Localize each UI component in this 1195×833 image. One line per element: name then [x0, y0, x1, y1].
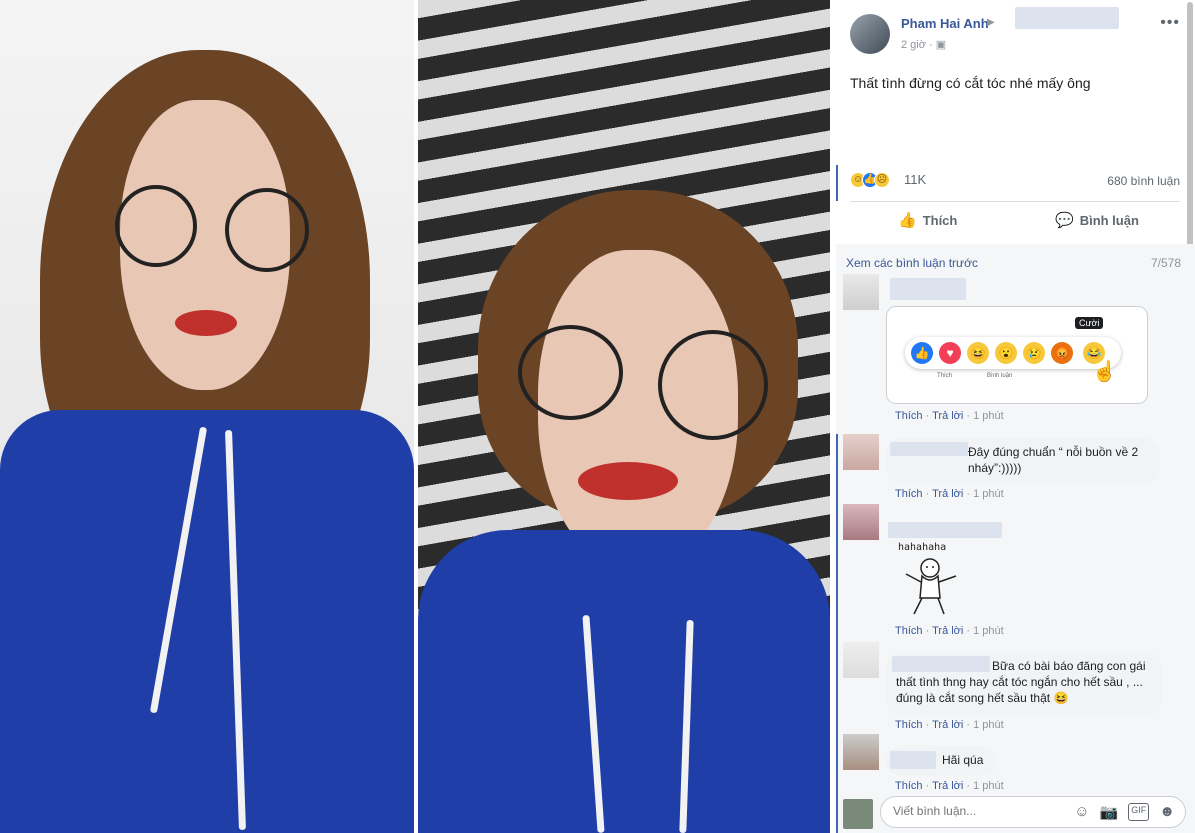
author-name[interactable]: Pham Hai Anh: [901, 16, 989, 31]
more-icon[interactable]: •••: [1160, 14, 1180, 32]
lips: [578, 462, 678, 500]
reaction-tooltip: Cười: [1075, 317, 1104, 329]
post-header: Pham Hai Anh ▶ 2 giờ · ▣ •••: [850, 7, 1180, 56]
privacy-icon: · ▣: [929, 39, 947, 51]
divider: [850, 201, 1180, 202]
lips: [175, 310, 237, 336]
comment-like-link[interactable]: Thích: [895, 719, 923, 731]
like-icon: 👍: [898, 212, 917, 229]
glasses-left-lens: [115, 185, 197, 267]
image-like-label: Thích: [937, 373, 953, 379]
comment-time: 1 phút: [973, 780, 1004, 792]
comment-actions: Thích · Trả lời · 1 phút: [895, 719, 1004, 731]
author-avatar[interactable]: [850, 14, 890, 54]
accent-bar: [836, 434, 838, 833]
camera-icon[interactable]: 📷: [1100, 803, 1119, 821]
composer-icons: ☺ 📷 GIF ☻: [1074, 803, 1175, 821]
facebook-photo-viewer: Pham Hai Anh ▶ 2 giờ · ▣ ••• Thất tình đ…: [0, 0, 1195, 833]
reaction-count[interactable]: 11K: [904, 172, 926, 187]
comment-actions: Thích · Trả lời · 1 phút: [895, 625, 1004, 637]
post-time[interactable]: 2 giờ: [901, 39, 926, 51]
comment-text: Hãi qúa: [942, 753, 984, 767]
comment-page-indicator: 7/578: [1150, 256, 1181, 270]
comment-reply-link[interactable]: Trả lời: [932, 780, 963, 792]
sad-reaction-icon: ☹: [874, 172, 890, 188]
hoodie: [418, 530, 830, 833]
redacted-commenter-name: [890, 278, 966, 300]
comment-reply-link[interactable]: Trả lời: [932, 719, 963, 731]
accent-bar: [836, 165, 838, 201]
post-meta: 2 giờ · ▣: [901, 38, 946, 51]
cursor-icon: ☝: [1092, 361, 1117, 383]
comment-actions: Thích · Trả lời · 1 phút: [895, 488, 1004, 500]
redacted-commenter-name: [890, 751, 936, 769]
comment-like-link[interactable]: Thích: [895, 780, 923, 792]
angry-reaction-icon: 😡: [1051, 342, 1073, 364]
redacted-commenter-name: [888, 522, 1002, 538]
post-sidebar: Pham Hai Anh ▶ 2 giờ · ▣ ••• Thất tình đ…: [836, 0, 1195, 833]
reactions-summary[interactable]: ☺ 👍 ☹ 11K 680 bình luận: [850, 170, 1180, 192]
share-arrow-icon: ▶: [987, 17, 995, 28]
redacted-commenter-name: [892, 656, 990, 672]
comment-button[interactable]: 💬 Bình luận: [1055, 211, 1139, 229]
sticker-icon[interactable]: ☻: [1159, 803, 1175, 821]
glasses-left-lens: [518, 325, 623, 420]
like-button[interactable]: 👍 Thích: [898, 211, 957, 229]
post-text: Thất tình đừng có cắt tóc nhé mấy ông: [850, 75, 1091, 91]
comment-reply-link[interactable]: Trả lời: [932, 410, 963, 422]
comment-sticker[interactable]: hahahaha: [896, 542, 968, 622]
post-actions: 👍 Thích 💬 Bình luận: [850, 205, 1180, 237]
redacted-group-name: [1015, 7, 1119, 29]
comment-count[interactable]: 680 bình luận: [1107, 174, 1180, 188]
haha-reaction-icon: 😆: [967, 342, 989, 364]
love-reaction-icon: ♥: [939, 342, 961, 364]
laughing-emoji-icon: 😆: [1053, 691, 1069, 705]
sticker-caption: hahahaha: [898, 542, 947, 553]
commenter-avatar[interactable]: [843, 434, 879, 470]
comment-reply-link[interactable]: Trả lời: [932, 625, 963, 637]
hoodie: [0, 410, 414, 833]
comment-label: Bình luận: [1079, 213, 1139, 228]
reaction-picker: 👍 ♥ 😆 😮 😢 😡 😂: [905, 337, 1121, 369]
emoji-icon[interactable]: ☺: [1074, 803, 1089, 821]
image-action-labels: Thích Bình luận: [937, 373, 1012, 379]
commenter-avatar[interactable]: [843, 734, 879, 770]
photo-right[interactable]: [418, 0, 830, 833]
photo-left[interactable]: [0, 0, 414, 833]
glasses-right-lens: [225, 188, 309, 272]
comment-like-link[interactable]: Thích: [895, 410, 923, 422]
gif-icon[interactable]: GIF: [1128, 803, 1150, 821]
comment-like-link[interactable]: Thích: [895, 488, 923, 500]
comment-actions: Thích · Trả lời · 1 phút: [895, 410, 1004, 422]
comment-time: 1 phút: [973, 719, 1004, 731]
comment-time: 1 phút: [973, 488, 1004, 500]
commenter-avatar[interactable]: [843, 642, 879, 678]
comment-image[interactable]: Cười 👍 ♥ 😆 😮 😢 😡 😂 Thích Bình luận ☝: [886, 306, 1148, 404]
comment-like-link[interactable]: Thích: [895, 625, 923, 637]
image-comment-label: Bình luận: [987, 373, 1013, 379]
comment-composer[interactable]: ☺ 📷 GIF ☻: [880, 796, 1186, 828]
comment-icon: 💬: [1055, 212, 1074, 229]
comment-actions: Thích · Trả lời · 1 phút: [895, 780, 1004, 792]
comment-section: Xem các bình luận trước 7/578 Cười 👍 ♥ 😆…: [836, 244, 1195, 833]
redacted-commenter-name: [890, 442, 968, 456]
like-label: Thích: [922, 213, 958, 228]
wow-reaction-icon: 😮: [995, 342, 1017, 364]
commenter-avatar[interactable]: [843, 274, 879, 310]
commenter-avatar[interactable]: [843, 504, 879, 540]
dancing-bear-sticker-icon: [905, 558, 957, 615]
comment-reply-link[interactable]: Trả lời: [932, 488, 963, 500]
comment-input[interactable]: [893, 804, 1053, 818]
like-reaction-icon: 👍: [911, 342, 933, 364]
comment-time: 1 phút: [973, 625, 1004, 637]
comment-time: 1 phút: [973, 410, 1004, 422]
glasses-right-lens: [658, 330, 768, 440]
sad-reaction-icon: 😢: [1023, 342, 1045, 364]
my-avatar[interactable]: [843, 799, 873, 829]
see-previous-comments-link[interactable]: Xem các bình luận trước: [846, 256, 978, 270]
comment-text: Đây đúng chuẩn “ nỗi buồn về 2 nháy”:)))…: [968, 445, 1139, 475]
